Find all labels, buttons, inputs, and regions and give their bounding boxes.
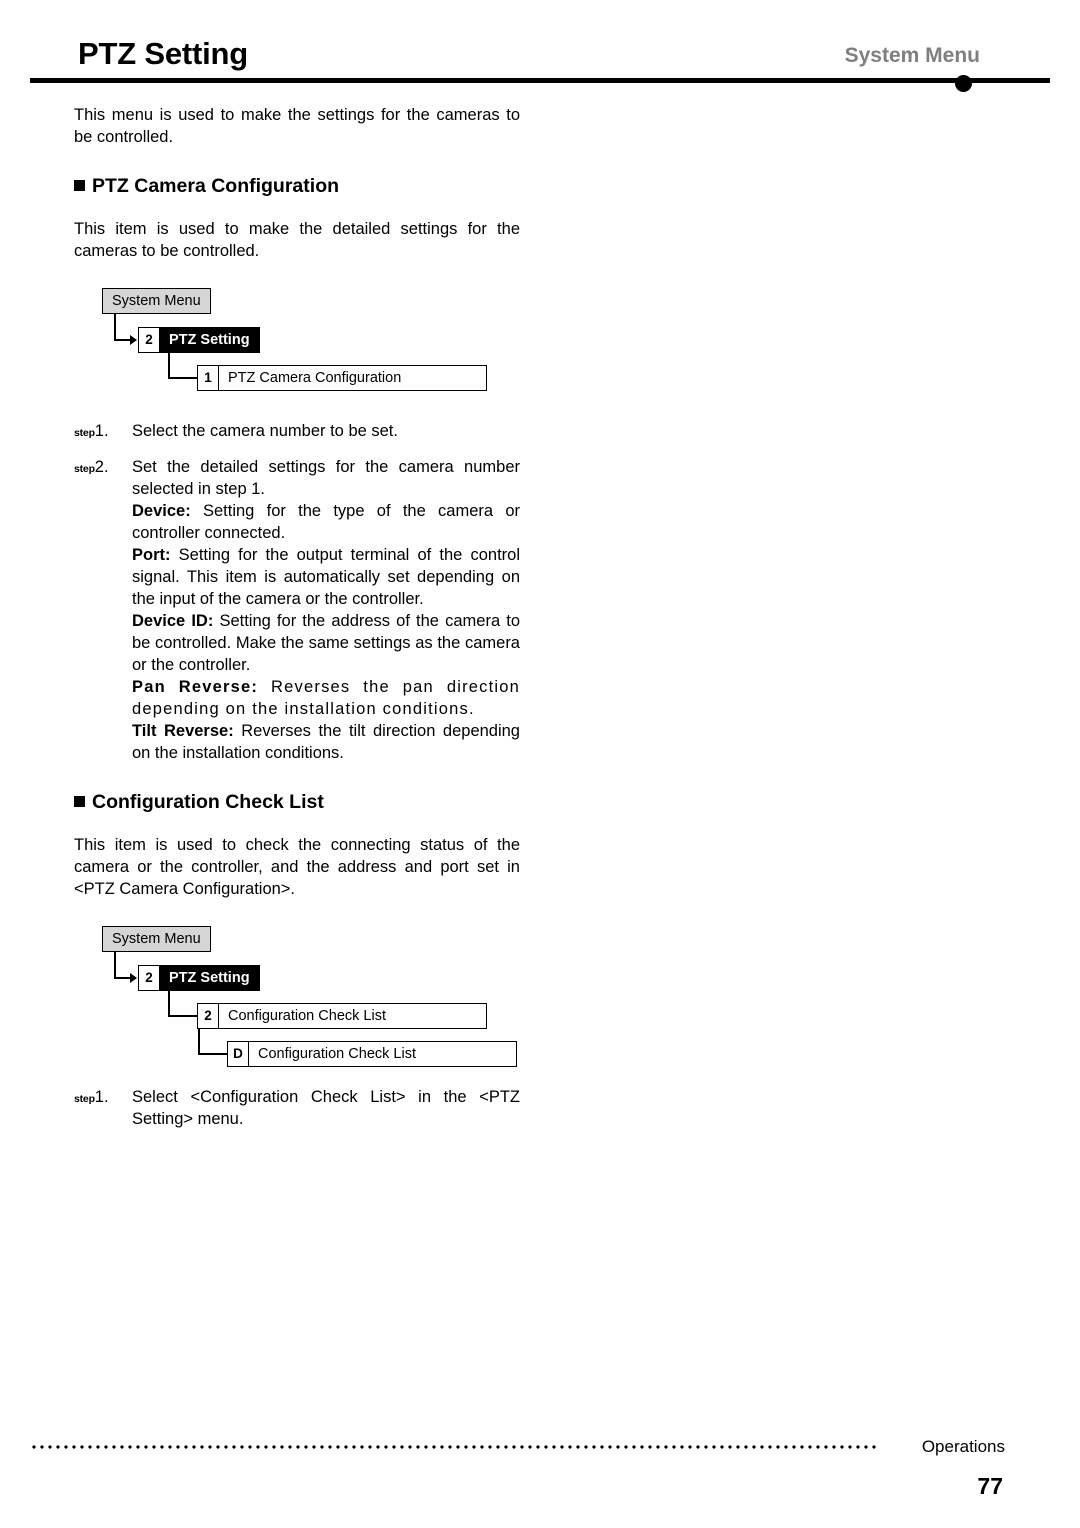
flow-level3-key: 1 [198,366,219,390]
flow-level2-key: 2 [139,328,160,352]
flow2-connector-v2 [168,991,170,1017]
flow2-level2-ptz-setting: 2 PTZ Setting [138,965,260,991]
menu-flow-diagram-2: System Menu 2 PTZ Setting 2 Configuratio… [102,920,520,1110]
detail-device-term: Device: [132,502,191,520]
detail-pan-reverse-term: Pan Reverse: [132,678,259,696]
detail-device: Device: Setting for the type of the came… [132,500,520,544]
flow-root-label: System Menu [112,293,201,309]
section-heading-text-2: Configuration Check List [92,791,324,813]
step-2-1-text: Select <Configuration Check List> in the… [132,1088,520,1128]
detail-device-id-term: Device ID: [132,612,214,630]
flow-arrow-1-icon [130,335,137,345]
footer-dotted-rule [30,1444,880,1450]
flow-connector-h1 [114,339,131,341]
flow2-connector-v1 [114,952,116,979]
section-1-body: This item is used to make the detailed s… [74,220,520,260]
section-label: System Menu [844,44,980,67]
flow2-connector-h3 [198,1053,228,1055]
header-dot-marker [955,75,972,92]
flow2-connector-h2 [168,1015,198,1017]
step-1-2-label: step2. [74,458,109,476]
step-2-1: step1. Select <Configuration Check List>… [74,1086,520,1130]
flow-connector-h2 [168,377,198,379]
flow-level3-ptz-camera-configuration: 1 PTZ Camera Configuration [197,365,487,391]
detail-port-text: Setting for the output terminal of the c… [132,546,520,608]
page-title: PTZ Setting [78,36,249,71]
page-header: PTZ Setting System Menu [0,0,1080,92]
flow-level3-label: PTZ Camera Configuration [228,370,402,386]
page-number: 77 [977,1473,1003,1499]
flow2-connector-h1 [114,977,131,979]
step-1-1: step1. Select the camera number to be se… [74,420,520,442]
flow-root-system-menu: System Menu [102,288,211,314]
detail-tilt-reverse: Tilt Reverse: Reverses the tilt directio… [132,720,520,764]
step-1-1-label: step1. [74,422,109,440]
step-1-2-text: Set the detailed settings for the camera… [132,458,520,498]
square-bullet-icon-2 [74,796,85,807]
section-heading-text: PTZ Camera Configuration [92,175,340,197]
detail-tilt-reverse-term: Tilt Reverse: [132,722,234,740]
section-2-body: This item is used to check the connectin… [74,836,520,898]
detail-port: Port: Setting for the output terminal of… [132,544,520,610]
flow2-root-label: System Menu [112,931,201,947]
flow2-level3-configuration-check-list: 2 Configuration Check List [197,1003,487,1029]
footer-label: Operations [921,1437,1005,1456]
square-bullet-icon [74,180,85,191]
section-heading-ptz-camera-configuration: PTZ Camera Configuration [74,174,520,198]
flow-level2-ptz-setting: 2 PTZ Setting [138,327,260,353]
step-1-2: step2. Set the detailed settings for the… [74,456,520,764]
detail-device-id: Device ID: Setting for the address of th… [132,610,520,676]
flow2-level4-label: Configuration Check List [258,1046,416,1062]
flow2-level4-key: D [228,1042,249,1066]
detail-pan-reverse: Pan Reverse: Reverses the pan direction … [132,676,520,720]
detail-device-text: Setting for the type of the camera or co… [132,502,520,542]
flow-connector-v2 [168,353,170,379]
flow-level2-label: PTZ Setting [169,332,250,348]
flow2-level2-label: PTZ Setting [169,970,250,986]
header-divider [30,78,1050,83]
flow2-level3-key: 2 [198,1004,219,1028]
flow2-connector-v3 [198,1029,200,1055]
flow2-arrow-1-icon [130,973,137,983]
flow2-level2-key: 2 [139,966,160,990]
step-2-1-label: step1. [74,1088,109,1106]
section-heading-configuration-check-list: Configuration Check List [74,790,520,814]
flow2-level3-label: Configuration Check List [228,1008,386,1024]
menu-flow-diagram-1: System Menu 2 PTZ Setting 1 PTZ Camera C… [102,282,520,442]
flow2-root-system-menu: System Menu [102,926,211,952]
detail-port-term: Port: [132,546,171,564]
flow-connector-v1 [114,314,116,341]
flow2-level4-configuration-check-list: D Configuration Check List [227,1041,517,1067]
page-content: This menu is used to make the settings f… [74,104,520,1130]
step-1-1-text: Select the camera number to be set. [132,422,398,440]
intro-paragraph: This menu is used to make the settings f… [74,106,520,146]
